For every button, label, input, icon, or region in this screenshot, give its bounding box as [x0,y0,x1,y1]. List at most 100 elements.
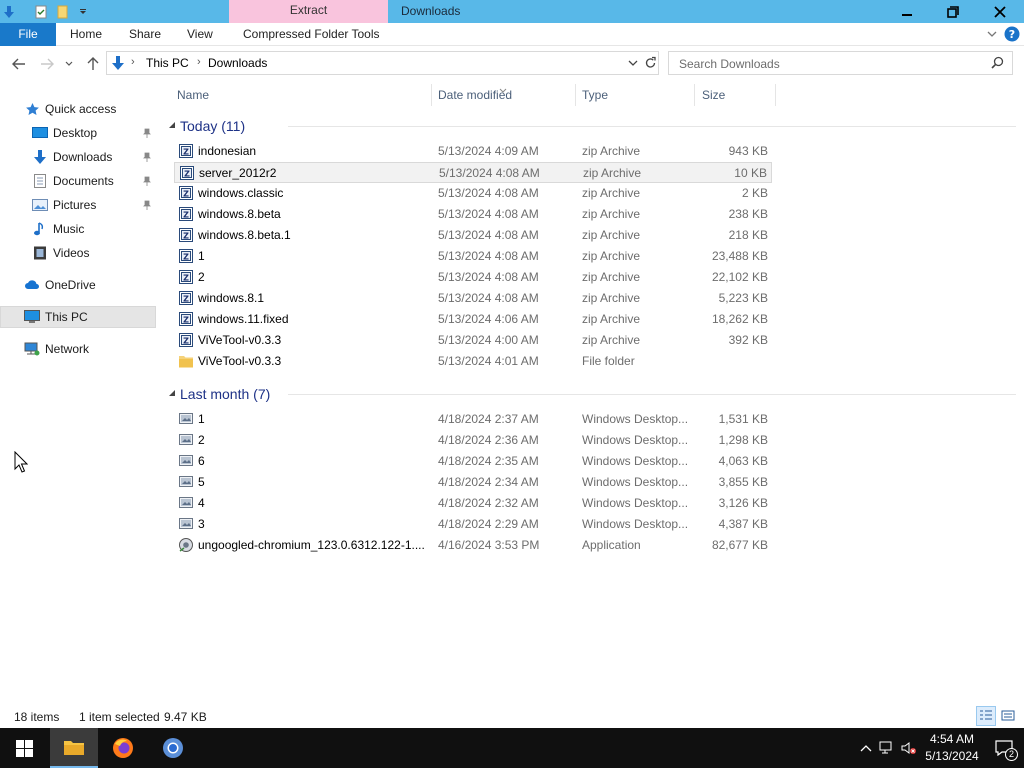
zip-archive-icon: Z [178,332,194,348]
file-row[interactable]: 2 4/18/2024 2:36 AM Windows Desktop... 1,29… [174,430,772,451]
nav-quick-access[interactable]: Quick access [24,98,156,120]
file-date-modified: 4/18/2024 2:32 AM [438,496,539,510]
refresh-icon[interactable] [644,56,657,73]
file-row[interactable]: Zwindows.classic 5/13/2024 4:08 AM zip Arc… [174,183,772,204]
tab-home[interactable]: Home [70,23,102,46]
taskbar-chromium[interactable] [149,728,197,768]
action-center-button[interactable]: 2 [984,728,1024,768]
file-row[interactable]: Zwindows.11.fixed 5/13/2024 4:06 AM zip Ar… [174,309,772,330]
column-header-type[interactable]: Type [576,84,695,106]
file-row[interactable]: 5 4/18/2024 2:34 AM Windows Desktop... 3,85… [174,472,772,493]
file-row[interactable]: 4 4/18/2024 2:32 AM Windows Desktop... 3,12… [174,493,772,514]
search-icon[interactable] [991,56,1004,72]
application-icon [178,537,194,553]
expand-ribbon-icon[interactable] [986,28,998,43]
file-row[interactable]: Z 2 5/13/2024 4:08 AM zip Archive 22,102 KB [174,267,772,288]
taskbar-firefox[interactable] [99,728,147,768]
file-date-modified: 5/13/2024 4:08 AM [438,270,539,284]
nav-item-videos[interactable]: Videos [32,242,156,264]
collapse-group-icon[interactable] [168,387,176,401]
nav-item-downloads[interactable]: Downloads [32,146,156,168]
column-header-size[interactable]: Size [695,84,776,106]
group-header[interactable]: Today (11) [168,116,1016,136]
file-row[interactable]: Z ViVeTool-v0.3.3 5/13/2024 4:00 AM zip Arc… [174,330,772,351]
volume-muted-icon[interactable] [898,741,920,755]
tab-view[interactable]: View [187,23,213,46]
details-view-icon[interactable] [976,706,996,726]
column-header-name[interactable]: Name [160,84,432,106]
nav-label: Downloads [53,150,113,164]
tab-file[interactable]: File [0,23,56,46]
desktop-theme-icon [178,516,194,532]
pin-icon[interactable] [142,199,152,213]
nav-item-pictures[interactable]: Pictures [32,194,156,216]
tab-share[interactable]: Share [129,23,161,46]
file-row[interactable]: Z 1 5/13/2024 4:08 AM zip Archive 23,488 KB [174,246,772,267]
file-date-modified: 5/13/2024 4:09 AM [438,144,539,158]
file-row[interactable]: Zindonesian 5/13/2024 4:09 AM zip Archive 9… [174,141,772,162]
taskbar-clock[interactable]: 4:54 AM 5/13/2024 [920,731,984,765]
start-button[interactable] [0,728,48,768]
pin-icon[interactable] [142,127,152,141]
properties-icon[interactable] [33,4,49,20]
file-row[interactable]: 1 4/18/2024 2:37 AM Windows Desktop... 1,53… [174,409,772,430]
file-row[interactable]: Zwindows.8.1 5/13/2024 4:08 AM zip Archive… [174,288,772,309]
recent-locations-button[interactable] [63,56,75,72]
column-headers: Name Date modified Type Size [160,84,776,106]
search-box[interactable]: Search Downloads [668,51,1013,75]
nav-label: Pictures [53,198,97,212]
file-type: zip Archive [582,333,641,347]
file-size: 1,531 KB [718,412,768,426]
svg-text:Z: Z [183,211,189,220]
address-history-icon[interactable] [627,57,639,72]
help-icon[interactable]: ? [1004,26,1020,45]
up-button[interactable] [84,56,102,72]
file-type: Windows Desktop... [582,496,689,510]
nav-network[interactable]: Network [24,338,156,360]
nav-item-documents[interactable]: Documents [32,170,156,192]
file-row[interactable]: 6 4/18/2024 2:35 AM Windows Desktop... 4,06… [174,451,772,472]
file-size: 23,488 KB [711,249,768,263]
firefox-icon [113,738,133,758]
nav-onedrive[interactable]: OneDrive [24,274,156,296]
group-divider [288,126,1016,127]
back-button[interactable] [10,56,28,72]
nav-this-pc[interactable]: This PC [0,306,156,328]
new-folder-icon[interactable] [55,4,71,20]
nav-item-desktop[interactable]: Desktop [32,122,156,144]
file-date-modified: 4/18/2024 2:37 AM [438,412,539,426]
show-hidden-icons-icon[interactable] [856,744,876,752]
file-row[interactable]: ungoogled-chromium_123.0.6312.122-1.... 4… [174,535,772,556]
collapse-group-icon[interactable] [168,119,176,133]
contextual-tab-extract[interactable]: Extract [229,0,388,23]
file-row[interactable]: Zwindows.8.beta 5/13/2024 4:08 AM zip Arch… [174,204,772,225]
file-row[interactable]: Zserver_2012r2 5/13/2024 4:08 AM zip Archi… [174,162,772,183]
pin-icon[interactable] [142,175,152,189]
forward-button[interactable] [38,56,56,72]
svg-text:Z: Z [183,337,189,346]
pin-icon[interactable] [142,151,152,165]
file-date-modified: 4/16/2024 3:53 PM [438,538,540,552]
file-size: 3,855 KB [718,475,768,489]
qat-dropdown-icon[interactable] [75,4,91,20]
file-row[interactable]: 3 4/18/2024 2:29 AM Windows Desktop... 4,38… [174,514,772,535]
search-input[interactable]: Search Downloads [679,57,780,71]
taskbar-file-explorer[interactable] [50,728,98,768]
network-status-icon[interactable] [876,741,898,755]
file-name: 3 [198,517,205,531]
file-row[interactable]: Zwindows.8.beta.1 5/13/2024 4:08 AM zip Ar… [174,225,772,246]
close-button[interactable] [976,0,1024,23]
minimize-button[interactable] [884,0,930,23]
file-name: windows.classic [198,186,284,200]
large-icons-view-icon[interactable] [998,706,1018,726]
file-date-modified: 5/13/2024 4:08 AM [438,228,539,242]
tab-compressed-folder-tools[interactable]: Compressed Folder Tools [243,23,380,46]
breadcrumb-downloads[interactable]: Downloads [208,56,267,70]
file-row[interactable]: ViVeTool-v0.3.3 5/13/2024 4:01 AM File fol… [174,351,772,372]
group-header[interactable]: Last month (7) [168,384,1016,404]
restore-button[interactable] [930,0,976,23]
file-date-modified: 5/13/2024 4:08 AM [438,249,539,263]
address-bar[interactable]: › This PC › Downloads [106,51,659,75]
nav-item-music[interactable]: Music [32,218,156,240]
breadcrumb-this-pc[interactable]: This PC [146,56,189,70]
